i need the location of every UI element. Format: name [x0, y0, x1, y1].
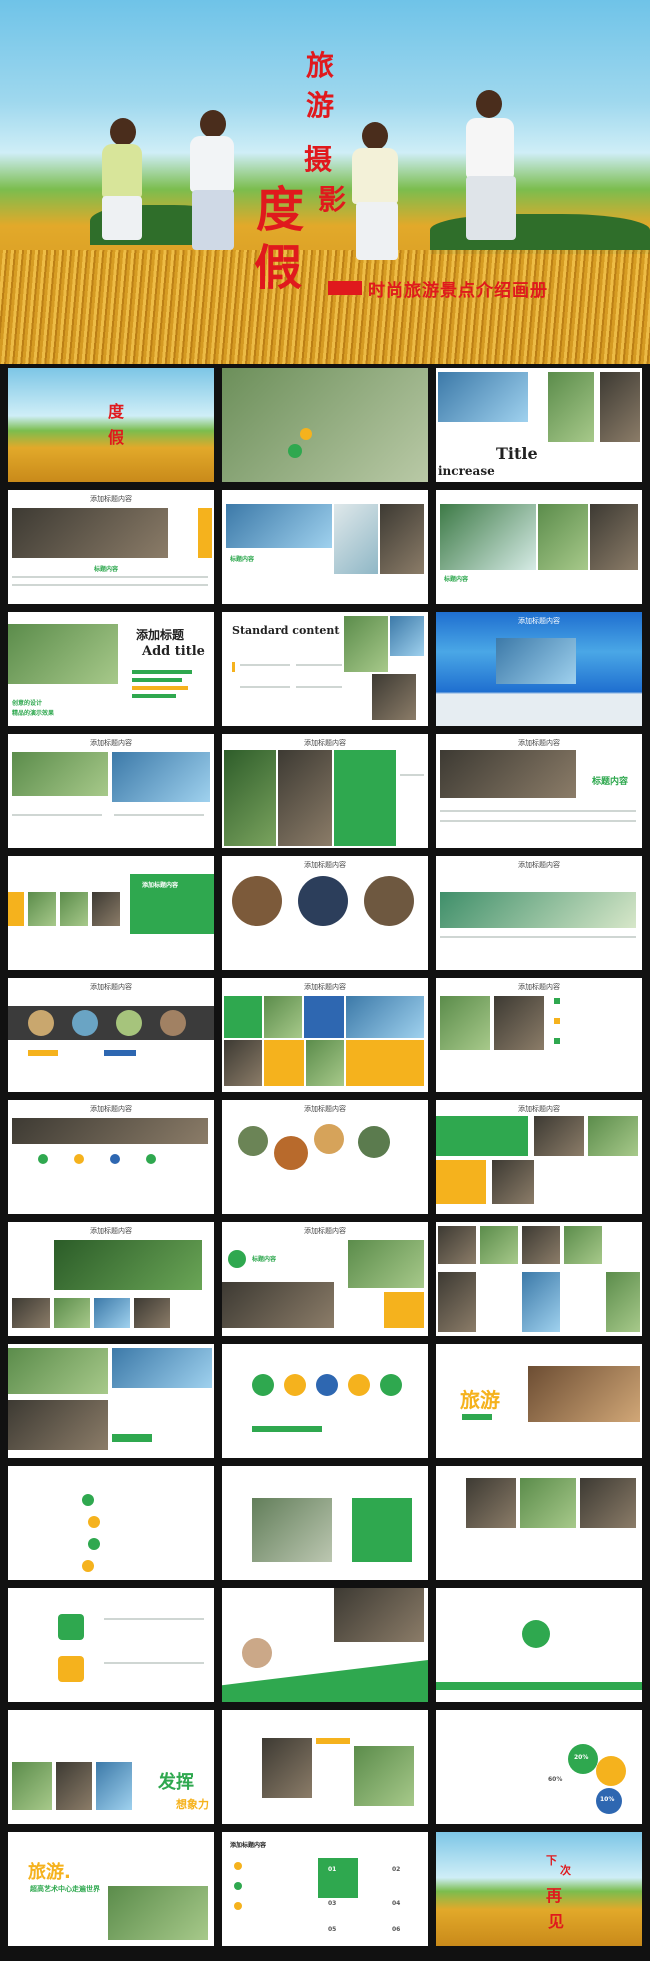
- end-char: 再: [546, 1886, 563, 1905]
- slide-sub: 想象力: [176, 1798, 209, 1811]
- hero-subtitle: 时尚旅游景点介绍画册: [368, 281, 548, 301]
- slide-thumb-16[interactable]: 添加标题内容: [8, 978, 214, 1092]
- big-char: 假: [254, 240, 303, 296]
- slide-title: 添加标题内容: [518, 739, 560, 747]
- slide-title: 添加标题内容: [304, 1105, 346, 1113]
- slide-thumb-28[interactable]: [8, 1466, 214, 1580]
- step-number: 02: [392, 1866, 401, 1873]
- slide-thumb-22[interactable]: 添加标题内容: [8, 1222, 214, 1336]
- slide-thumb-9[interactable]: 添加标题内容: [436, 612, 642, 726]
- slide-thumb-7[interactable]: 添加标题 Add title 创意的设计 精品的演示效果: [8, 612, 214, 726]
- slide-thumb-24[interactable]: [436, 1222, 642, 1336]
- slide-title: 添加标题内容: [90, 1105, 132, 1113]
- step-number: 04: [392, 1900, 401, 1907]
- slide-thumb-29[interactable]: [222, 1466, 428, 1580]
- wheat-field: [0, 250, 650, 364]
- slide-thumb-23[interactable]: 添加标题内容 标题内容: [222, 1222, 428, 1336]
- slide-thumb-32[interactable]: [222, 1588, 428, 1702]
- slide-tag: 标题内容: [252, 1256, 277, 1263]
- slide-thumb-39[interactable]: 下 次 再 见: [436, 1832, 642, 1946]
- slide-thumb-36[interactable]: 20% 60% 10%: [436, 1710, 642, 1824]
- slide-title: 添加标题: [136, 628, 185, 642]
- slide-thumb-4[interactable]: 添加标题内容 标题内容: [8, 490, 214, 604]
- end-char: 见: [548, 1912, 565, 1931]
- percent: 60%: [548, 1776, 563, 1783]
- slide-line: 精品的演示效果: [12, 710, 55, 717]
- red-bar: [328, 281, 362, 295]
- slide-title: 添加标题内容: [90, 495, 132, 503]
- percent: 10%: [600, 1796, 615, 1803]
- slide-thumb-30[interactable]: [436, 1466, 642, 1580]
- end-char: 下: [546, 1854, 557, 1867]
- slide-thumb-8[interactable]: Standard content: [222, 612, 428, 726]
- slide-title: 添加标题内容: [90, 1227, 132, 1235]
- slide-sub: Add title: [142, 644, 205, 659]
- slide-thumb-31[interactable]: [8, 1588, 214, 1702]
- step-number: 03: [328, 1900, 337, 1907]
- slide-thumb-2[interactable]: [222, 368, 428, 482]
- slide-title: 旅游: [460, 1388, 500, 1412]
- title-char: 旅: [306, 49, 335, 82]
- slide-thumb-26[interactable]: [222, 1344, 428, 1458]
- slide-thumb-1[interactable]: 度 假: [8, 368, 214, 482]
- end-char: 次: [560, 1864, 571, 1877]
- slide-thumb-21[interactable]: 添加标题内容: [436, 1100, 642, 1214]
- slide-thumb-3[interactable]: Title increase: [436, 368, 642, 482]
- slide-thumb-34[interactable]: 发挥 想象力: [8, 1710, 214, 1824]
- slide-tag: 标题内容: [592, 777, 629, 787]
- slide-title: 添加标题内容: [90, 739, 132, 747]
- slide-thumb-19[interactable]: 添加标题内容: [8, 1100, 214, 1214]
- slide-thumb-17[interactable]: 添加标题内容: [222, 978, 428, 1092]
- slide-thumb-11[interactable]: 添加标题内容: [222, 734, 428, 848]
- slide-title: 发挥: [158, 1772, 194, 1793]
- slide-tag: 添加标题内容: [142, 882, 179, 889]
- slide-thumb-13[interactable]: 添加标题内容: [8, 856, 214, 970]
- slide-title: 添加标题内容: [518, 983, 560, 991]
- slide-thumb-35[interactable]: [222, 1710, 428, 1824]
- slide-sub: increase: [438, 464, 495, 478]
- step-number: 05: [328, 1926, 337, 1933]
- big-char: 度: [256, 182, 305, 238]
- hero-cover: 旅 游 摄 影 度 假 时尚旅游景点介绍画册: [0, 0, 650, 364]
- title-char: 影: [318, 183, 347, 216]
- slide-caption: 标题内容: [444, 576, 469, 583]
- slide-title: 添加标题内容: [304, 739, 346, 747]
- slide-thumb-18[interactable]: 添加标题内容: [436, 978, 642, 1092]
- slide-title: 添加标题内容: [518, 861, 560, 869]
- slide-caption: 标题内容: [230, 556, 255, 563]
- slide-sub: 超高艺术中心走遍世界: [30, 1885, 100, 1893]
- slide-thumb-5[interactable]: 标题内容: [222, 490, 428, 604]
- slide-title: Title: [496, 444, 538, 463]
- slide-thumb-15[interactable]: 添加标题内容: [436, 856, 642, 970]
- title-char: 游: [306, 89, 335, 122]
- slide-thumb-27[interactable]: 旅游: [436, 1344, 642, 1458]
- slide-title: 添加标题内容: [518, 1105, 560, 1113]
- slide-title: 添加标题内容: [304, 861, 346, 869]
- slide-title: 添加标题内容: [304, 983, 346, 991]
- percent: 20%: [574, 1754, 589, 1761]
- slide-title: 添加标题内容: [90, 983, 132, 991]
- slide-thumb-12[interactable]: 添加标题内容 标题内容: [436, 734, 642, 848]
- step-number: 01: [328, 1866, 337, 1873]
- slide-thumb-38[interactable]: 添加标题内容 01 02 03 04 05 06: [222, 1832, 428, 1946]
- slide-thumb-25[interactable]: [8, 1344, 214, 1458]
- slide-title: 添加标题内容: [304, 1227, 346, 1235]
- slide-thumb-33[interactable]: [436, 1588, 642, 1702]
- slide-thumb-20[interactable]: 添加标题内容: [222, 1100, 428, 1214]
- title-char: 摄: [304, 143, 333, 176]
- slide-title: 添加标题内容: [230, 1842, 267, 1849]
- tree-line: [430, 214, 650, 254]
- slide-caption: 标题内容: [94, 566, 119, 573]
- slide-thumb-37[interactable]: 旅游. 超高艺术中心走遍世界: [8, 1832, 214, 1946]
- slide-title: 添加标题内容: [518, 617, 560, 625]
- slide-thumb-6[interactable]: 标题内容: [436, 490, 642, 604]
- slide-title: Standard content: [232, 624, 340, 637]
- slide-title: 旅游.: [28, 1862, 71, 1883]
- slide-line: 创意的设计: [12, 700, 43, 707]
- slide-thumb-10[interactable]: 添加标题内容: [8, 734, 214, 848]
- slide-thumb-14[interactable]: 添加标题内容: [222, 856, 428, 970]
- step-number: 06: [392, 1926, 401, 1933]
